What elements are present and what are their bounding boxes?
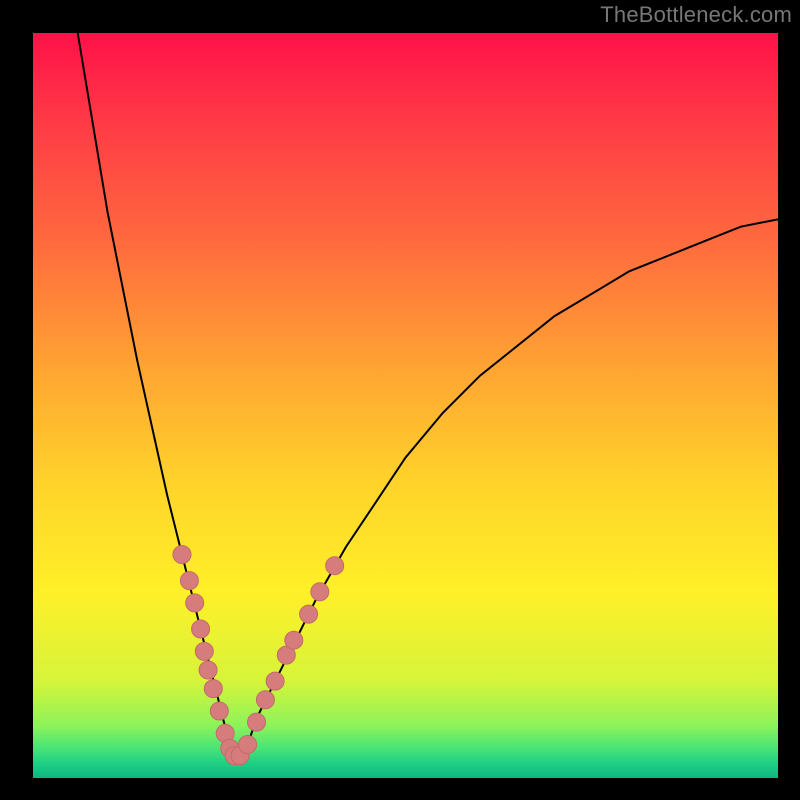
data-marker [285, 631, 303, 649]
data-marker [216, 724, 234, 742]
data-marker [311, 583, 329, 601]
data-marker [300, 605, 318, 623]
data-marker [266, 672, 284, 690]
data-marker [326, 557, 344, 575]
data-marker [192, 620, 210, 638]
data-marker [225, 747, 243, 765]
curve-layer [33, 33, 778, 778]
data-marker [173, 546, 191, 564]
chart-wrapper: TheBottleneck.com [0, 0, 800, 800]
markers-layer [33, 33, 778, 778]
watermark-text: TheBottleneck.com [600, 2, 792, 28]
data-marker [195, 642, 213, 660]
plot-area [33, 33, 778, 778]
data-marker [199, 661, 217, 679]
data-marker [186, 594, 204, 612]
data-marker [231, 747, 249, 765]
data-marker [204, 680, 222, 698]
data-marker [180, 572, 198, 590]
data-marker [256, 691, 274, 709]
data-marker [221, 739, 239, 757]
data-marker [210, 702, 228, 720]
data-marker [239, 736, 257, 754]
data-marker [248, 713, 266, 731]
data-marker [277, 646, 295, 664]
